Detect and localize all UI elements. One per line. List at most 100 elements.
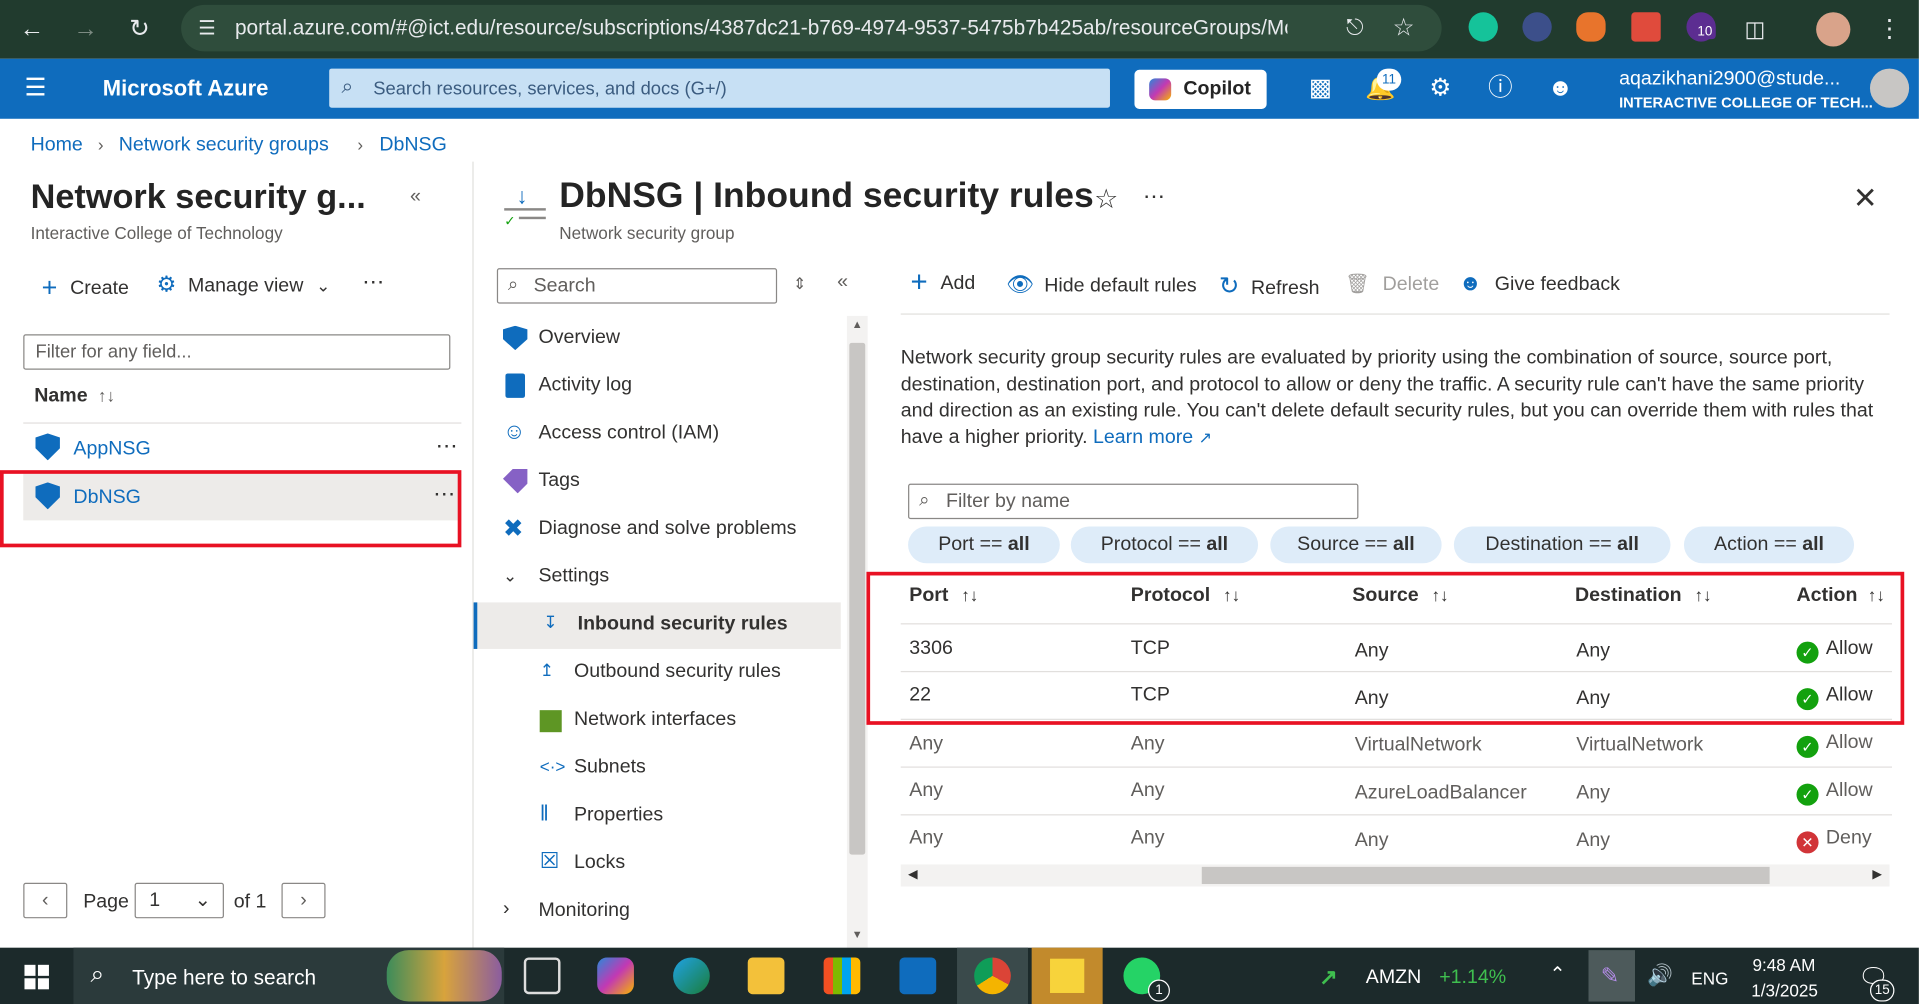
volume-icon[interactable]: 🔊 bbox=[1647, 964, 1673, 988]
row-ellipsis-icon[interactable]: ⋯ bbox=[433, 481, 455, 507]
add-button[interactable]: + Add bbox=[911, 268, 976, 298]
breadcrumb-home[interactable]: Home bbox=[31, 135, 83, 157]
learn-more-link[interactable]: Learn more bbox=[1093, 427, 1193, 448]
filter-by-name-input[interactable]: ⌕ Filter by name bbox=[908, 483, 1359, 520]
chevron-up-icon[interactable]: ⌃ bbox=[1549, 962, 1565, 986]
clock-date[interactable]: 1/3/2025 bbox=[1751, 981, 1818, 1001]
hide-default-rules-button[interactable]: 👁 Hide default rules bbox=[1006, 272, 1197, 298]
extension-icon[interactable] bbox=[1576, 12, 1606, 42]
list-item[interactable]: DbNSG ⋯ bbox=[23, 473, 462, 521]
nsg-name-link[interactable]: DbNSG bbox=[73, 487, 140, 509]
scrollbar-thumb[interactable] bbox=[849, 342, 866, 855]
menu-outbound-rules[interactable]: ↥ Outbound security rules bbox=[474, 650, 841, 697]
more-ellipsis-icon[interactable]: ⋯ bbox=[1143, 184, 1165, 210]
column-header-protocol[interactable]: Protocol ↑↓ bbox=[1131, 585, 1240, 607]
menu-monitoring-group[interactable]: › Monitoring bbox=[474, 889, 841, 936]
brand-name[interactable]: Microsoft Azure bbox=[103, 76, 269, 102]
menu-activity-log[interactable]: Activity log bbox=[474, 364, 841, 411]
menu-locks[interactable]: ☒ Locks bbox=[474, 841, 841, 888]
user-avatar[interactable] bbox=[1869, 68, 1910, 108]
menu-network-interfaces[interactable]: Network interfaces bbox=[474, 698, 841, 745]
menu-subnets[interactable]: <·> Subnets bbox=[474, 746, 841, 793]
cursor-extension-icon[interactable] bbox=[1522, 12, 1552, 42]
help-icon[interactable]: ⓘ bbox=[1484, 72, 1516, 104]
file-explorer-icon[interactable] bbox=[747, 957, 785, 995]
install-app-icon[interactable]: ⎋ bbox=[1346, 15, 1363, 41]
more-ellipsis-icon[interactable]: ⋯ bbox=[362, 269, 384, 295]
taskbar-search-box[interactable]: ⌕ Type here to search bbox=[73, 947, 505, 1004]
copilot-button[interactable]: Copilot bbox=[1134, 69, 1267, 109]
cloud-shell-icon[interactable]: ▩ bbox=[1305, 72, 1337, 104]
filter-pill-port[interactable]: Port == all bbox=[908, 526, 1060, 564]
menu-access-control[interactable]: ☺ Access control (IAM) bbox=[474, 411, 841, 458]
settings-gear-icon[interactable]: ⚙ bbox=[1425, 72, 1457, 104]
column-header-action[interactable]: Action ↑↓ bbox=[1797, 585, 1885, 607]
manage-view-button[interactable]: ⚙ Manage view ⌄ bbox=[157, 272, 331, 298]
scrollbar-thumb[interactable] bbox=[1201, 866, 1770, 885]
collapse-menu-icon[interactable]: « bbox=[837, 272, 848, 294]
menu-inbound-rules[interactable]: ↧ Inbound security rules bbox=[473, 602, 841, 649]
more-options-icon[interactable]: ⋮ bbox=[1872, 12, 1906, 46]
page-select[interactable]: 1 ⌄ bbox=[134, 882, 224, 919]
copilot-taskbar-icon[interactable] bbox=[597, 957, 634, 995]
prev-page-button[interactable]: ‹ bbox=[23, 882, 68, 919]
menu-tags[interactable]: Tags bbox=[474, 459, 841, 506]
feedback-icon[interactable]: ☻ bbox=[1544, 72, 1576, 104]
sort-toggle-icon[interactable]: ⇕ bbox=[793, 274, 806, 294]
global-search-input[interactable]: ⌕ Search resources, services, and docs (… bbox=[329, 68, 1110, 108]
column-header-source[interactable]: Source ↑↓ bbox=[1352, 585, 1448, 607]
grammarly-extension-icon[interactable] bbox=[1468, 12, 1498, 42]
microsoft-store-icon[interactable] bbox=[823, 957, 861, 995]
table-horizontal-scrollbar[interactable]: ◀ ▶ bbox=[900, 864, 1890, 887]
close-icon[interactable]: ✕ bbox=[1853, 181, 1878, 217]
user-email[interactable]: aqazikhani2900@stude... bbox=[1619, 69, 1840, 91]
delete-button[interactable]: 🗑 Delete bbox=[1345, 272, 1439, 296]
create-button[interactable]: + Create bbox=[42, 272, 129, 304]
menu-properties[interactable]: ‖ Properties bbox=[474, 793, 841, 840]
outlook-icon[interactable] bbox=[899, 957, 937, 995]
favorite-star-icon[interactable]: ☆ bbox=[1094, 184, 1118, 216]
list-item[interactable]: AppNSG ⋯ bbox=[23, 426, 461, 473]
filter-pill-source[interactable]: Source == all bbox=[1270, 526, 1442, 564]
chrome-active-tile[interactable] bbox=[957, 947, 1028, 1004]
column-header-destination[interactable]: Destination ↑↓ bbox=[1575, 585, 1712, 607]
profile-avatar[interactable] bbox=[1816, 12, 1851, 47]
filter-pill-destination[interactable]: Destination == all bbox=[1453, 526, 1671, 564]
name-column-header[interactable]: Name bbox=[34, 386, 87, 408]
reload-icon[interactable]: ↻ bbox=[122, 12, 156, 46]
menu-settings-group[interactable]: ⌄ Settings bbox=[474, 555, 841, 602]
menu-diagnose[interactable]: ✖ Diagnose and solve problems bbox=[474, 507, 841, 554]
windows-start-icon[interactable] bbox=[24, 964, 49, 990]
edge-browser-icon[interactable] bbox=[673, 957, 710, 995]
row-ellipsis-icon[interactable]: ⋯ bbox=[436, 433, 458, 459]
bookmark-star-icon[interactable]: ☆ bbox=[1393, 12, 1415, 43]
menu-search-input[interactable]: ⌕ Search bbox=[496, 268, 778, 304]
collapse-chevrons-icon[interactable]: « bbox=[410, 186, 421, 208]
column-header-port[interactable]: Port ↑↓ bbox=[909, 585, 978, 607]
extensions-puzzle-icon[interactable]: ◫ bbox=[1738, 12, 1772, 46]
refresh-button[interactable]: ↻ Refresh bbox=[1219, 271, 1320, 302]
stock-ticker[interactable]: AMZN bbox=[1366, 967, 1421, 989]
filter-pill-action[interactable]: Action == all bbox=[1683, 526, 1855, 564]
hamburger-menu-icon[interactable]: ☰ bbox=[24, 76, 48, 100]
filter-pill-protocol[interactable]: Protocol == all bbox=[1070, 526, 1259, 564]
nsg-name-link[interactable]: AppNSG bbox=[73, 438, 150, 460]
breadcrumb-nsgs[interactable]: Network security groups bbox=[119, 135, 329, 157]
address-bar[interactable]: ☰ portal.azure.com/#@ict.edu/resource/su… bbox=[181, 4, 1442, 52]
sticky-notes-tile[interactable] bbox=[1031, 947, 1103, 1004]
forward-icon[interactable]: → bbox=[69, 12, 103, 46]
back-icon[interactable]: ← bbox=[15, 12, 49, 46]
clock-time[interactable]: 9:48 AM bbox=[1752, 955, 1815, 975]
site-info-icon[interactable]: ☰ bbox=[198, 16, 216, 40]
menu-scrollbar[interactable]: ▲ ▼ bbox=[846, 315, 868, 948]
sort-icon[interactable]: ↑↓ bbox=[98, 386, 115, 406]
menu-overview[interactable]: Overview bbox=[474, 316, 841, 363]
next-page-button[interactable]: › bbox=[281, 882, 326, 919]
task-view-icon[interactable] bbox=[523, 957, 561, 995]
give-feedback-button[interactable]: ☻ Give feedback bbox=[1459, 271, 1620, 297]
language-indicator[interactable]: ENG bbox=[1691, 969, 1728, 989]
pen-tray-icon[interactable]: ✎ bbox=[1588, 950, 1635, 1002]
breadcrumb-dbnsg[interactable]: DbNSG bbox=[379, 135, 446, 157]
extension-icon[interactable] bbox=[1631, 12, 1661, 42]
filter-input[interactable]: Filter for any field... bbox=[23, 334, 451, 370]
